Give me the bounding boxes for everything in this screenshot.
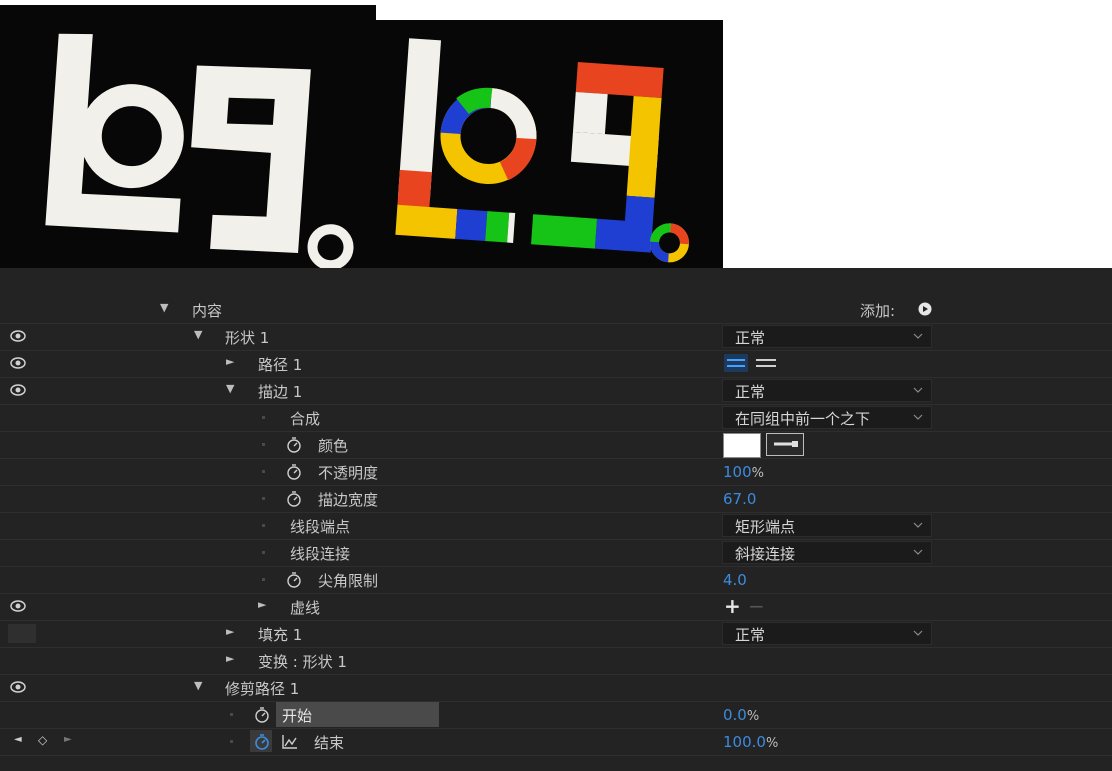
tree-dot <box>262 578 265 581</box>
tree-dot <box>262 551 265 554</box>
tree-dot <box>262 497 265 500</box>
stroke-blend-dropdown[interactable]: 正常 <box>722 379 932 402</box>
line-cap-dropdown[interactable]: 矩形端点 <box>722 514 932 537</box>
chevron-down-icon <box>913 414 923 420</box>
stroke-width-value[interactable]: 67.0 <box>723 490 756 508</box>
miter-value[interactable]: 4.0 <box>723 571 747 589</box>
stopwatch-icon[interactable] <box>286 463 302 481</box>
collapse-triangle-icon[interactable]: ► <box>226 652 234 665</box>
color-label: 颜色 <box>318 437 349 455</box>
trim-end-row: ◄ ◇ ► 结束 100.0% <box>0 728 1112 756</box>
collapse-triangle-icon[interactable]: ► <box>226 355 234 368</box>
eye-icon[interactable] <box>10 680 26 694</box>
chevron-down-icon <box>913 387 923 393</box>
composite-dropdown[interactable]: 在同组中前一个之下 <box>722 406 932 429</box>
miter-label: 尖角限制 <box>318 572 379 590</box>
composite-label: 合成 <box>290 410 321 428</box>
transform-label: 变换 : 形状 1 <box>258 653 347 671</box>
stroke-width-label: 描边宽度 <box>318 491 379 509</box>
add-play-icon[interactable] <box>918 302 932 316</box>
line-cap-label: 线段端点 <box>290 518 351 536</box>
tree-dot <box>262 416 265 419</box>
stopwatch-active-icon[interactable] <box>254 733 270 751</box>
tree-dot <box>230 740 233 743</box>
collapse-triangle-icon[interactable]: ► <box>226 625 234 638</box>
tree-dot <box>262 524 265 527</box>
prev-keyframe-icon[interactable]: ◄ <box>14 734 22 745</box>
timeline-property-panel: ▼ 内容 添加: ▼ 形状 1 正常 ► 路径 1 ▼ 描边 1 正常 合成 在… <box>0 268 1112 771</box>
composite-row: 合成 在同组中前一个之下 <box>0 404 1112 432</box>
tree-dot <box>262 443 265 446</box>
opacity-row: 不透明度 100% <box>0 458 1112 486</box>
expand-triangle-icon[interactable]: ▼ <box>226 382 234 395</box>
fill-row: ► 填充 1 正常 <box>0 620 1112 648</box>
eye-icon[interactable] <box>10 356 26 370</box>
graph-icon[interactable] <box>282 734 298 749</box>
path-label: 路径 1 <box>258 356 303 374</box>
color-swatch[interactable] <box>723 433 761 458</box>
shape-label: 形状 1 <box>225 329 270 347</box>
stopwatch-icon[interactable] <box>286 490 302 508</box>
chevron-down-icon <box>913 549 923 555</box>
chevron-down-icon <box>913 333 923 339</box>
trim-start-value[interactable]: 0.0% <box>723 706 759 724</box>
trim-end-label: 结束 <box>314 734 345 752</box>
collapse-triangle-icon[interactable]: ► <box>258 598 266 611</box>
path-direction-icon[interactable] <box>724 354 780 372</box>
trim-paths-label: 修剪路径 1 <box>225 680 300 698</box>
eye-icon[interactable] <box>10 329 26 343</box>
preview-color-logo <box>376 20 723 268</box>
opacity-label: 不透明度 <box>318 464 379 482</box>
visibility-toggle-off[interactable] <box>8 624 36 643</box>
fill-label: 填充 1 <box>258 626 303 644</box>
eyedropper-icon[interactable] <box>766 433 804 456</box>
stroke-label: 描边 1 <box>258 383 303 401</box>
fill-blend-dropdown[interactable]: 正常 <box>722 622 932 645</box>
tree-dot <box>262 470 265 473</box>
expand-triangle-icon[interactable]: ▼ <box>194 679 202 692</box>
stroke-row: ▼ 描边 1 正常 <box>0 377 1112 405</box>
stopwatch-icon[interactable] <box>254 706 270 724</box>
chevron-down-icon <box>913 522 923 528</box>
transform-row: ► 变换 : 形状 1 <box>0 647 1112 675</box>
color-row: 颜色 <box>0 431 1112 459</box>
stroke-width-row: 描边宽度 67.0 <box>0 485 1112 513</box>
expand-triangle-icon[interactable]: ▼ <box>160 301 168 314</box>
add-label: 添加: <box>860 302 896 320</box>
trim-start-row: 开始 0.0% <box>0 701 1112 729</box>
contents-row: ▼ 内容 添加: <box>0 296 1112 324</box>
chevron-down-icon <box>913 630 923 636</box>
shape-row: ▼ 形状 1 正常 <box>0 323 1112 351</box>
preview-white-logo <box>0 5 376 268</box>
trim-start-label: 开始 <box>282 707 313 725</box>
line-join-dropdown[interactable]: 斜接连接 <box>722 541 932 564</box>
trim-end-value[interactable]: 100.0% <box>723 733 778 751</box>
contents-label: 内容 <box>192 302 223 320</box>
path-row: ► 路径 1 <box>0 350 1112 378</box>
line-cap-row: 线段端点 矩形端点 <box>0 512 1112 540</box>
eye-icon[interactable] <box>10 599 26 613</box>
miter-row: 尖角限制 4.0 <box>0 566 1112 594</box>
stopwatch-icon[interactable] <box>286 571 302 589</box>
trim-start-highlight[interactable]: 开始 <box>276 702 439 727</box>
remove-dash-icon[interactable]: − <box>748 594 765 618</box>
tree-dot <box>230 713 233 716</box>
dashes-label: 虚线 <box>290 599 321 617</box>
expand-triangle-icon[interactable]: ▼ <box>194 328 202 341</box>
dashes-row: ► 虚线 + − <box>0 593 1112 621</box>
trim-paths-row: ▼ 修剪路径 1 <box>0 674 1112 702</box>
opacity-value[interactable]: 100% <box>723 463 764 481</box>
shape-blend-dropdown[interactable]: 正常 <box>722 325 932 348</box>
stopwatch-icon[interactable] <box>286 436 302 454</box>
line-join-row: 线段连接 斜接连接 <box>0 539 1112 567</box>
line-join-label: 线段连接 <box>290 545 351 563</box>
eye-icon[interactable] <box>10 383 26 397</box>
next-keyframe-icon[interactable]: ► <box>64 734 72 745</box>
add-dash-icon[interactable]: + <box>724 594 741 618</box>
keyframe-diamond-icon[interactable]: ◇ <box>38 733 47 747</box>
